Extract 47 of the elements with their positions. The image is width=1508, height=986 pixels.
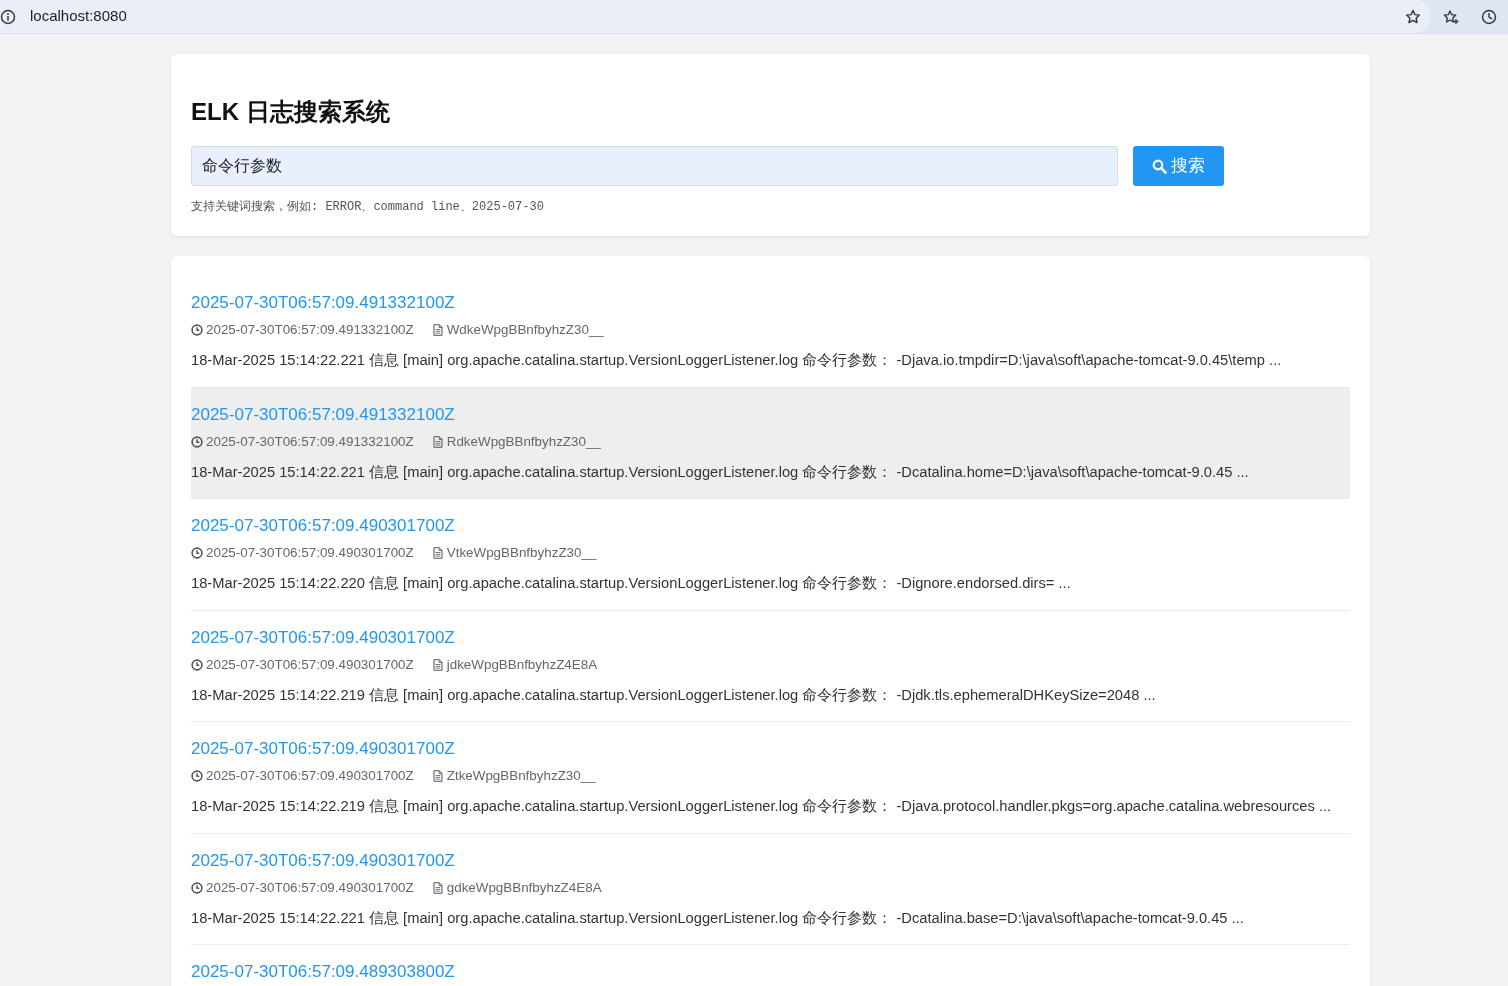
clock-icon bbox=[191, 435, 203, 448]
clock-icon bbox=[191, 770, 203, 782]
clock-icon[interactable] bbox=[1481, 8, 1497, 25]
result-timestamp: 2025-07-30T06:57:09.490301700Z bbox=[206, 878, 414, 897]
star-plus-icon[interactable] bbox=[1443, 8, 1459, 25]
result-title-link[interactable]: 2025-07-30T06:57:09.491332100Z bbox=[191, 402, 455, 427]
result-doc-id: RdkeWpgBBnfbyhzZ30__ bbox=[446, 432, 601, 451]
result-doc-id: WdkeWpgBBnfbyhzZ30__ bbox=[446, 321, 604, 339]
result-title-link[interactable]: 2025-07-30T06:57:09.490301700Z bbox=[191, 737, 455, 761]
document-icon bbox=[431, 324, 444, 336]
clock-icon bbox=[191, 658, 203, 671]
document-icon bbox=[431, 881, 444, 894]
search-field[interactable]: 命令行参数 bbox=[191, 146, 1118, 186]
star-icon[interactable] bbox=[1405, 8, 1421, 25]
clock-icon bbox=[191, 324, 203, 336]
result-timestamp: 2025-07-30T06:57:09.491332100Z bbox=[206, 321, 414, 339]
result-message: 18-Mar-2025 15:14:22.221 信息 [main] org.apache.catalina.startup.VersionLoggerListener.log 命令行参数： -Dcatalina.home=D:\java\soft\apache-tomcat-9.0.45 ... bbox=[191, 462, 1250, 482]
document-icon bbox=[431, 658, 444, 671]
result-doc-id: ZtkeWpgBBnfbyhzZ30__ bbox=[446, 767, 596, 785]
result-title-link[interactable]: 2025-07-30T06:57:09.490301700Z bbox=[191, 625, 455, 650]
result-message: 18-Mar-2025 15:14:22.221 信息 [main] org.apache.catalina.startup.VersionLoggerListener.log 命令行参数： -Djava.io.tmpdir=D:\java\soft\apache-tomcat-9.0.45\temp ... bbox=[191, 351, 1283, 370]
document-icon bbox=[431, 435, 444, 448]
result-message: 18-Mar-2025 15:14:22.221 信息 [main] org.apache.catalina.startup.VersionLoggerListener.log 命令行参数： -Dcatalina.base=D:\java\soft\apache-tomcat-9.0.45 ... bbox=[191, 908, 1245, 928]
app-title: ELK 日志搜索系统 bbox=[191, 97, 391, 127]
result-message: 18-Mar-2025 15:14:22.220 信息 [main] org.apache.catalina.startup.VersionLoggerListener.log 命令行参数： -Dignore.endorsed.dirs= ... bbox=[191, 574, 1072, 593]
info-icon[interactable] bbox=[0, 8, 16, 25]
document-icon bbox=[431, 547, 444, 559]
result-message: 18-Mar-2025 15:14:22.219 信息 [main] org.apache.catalina.startup.VersionLoggerListener.log 命令行参数： -Djava.protocol.handler.pkgs=org.apache.catalina.webresources ... bbox=[191, 797, 1333, 816]
result-message: 18-Mar-2025 15:14:22.219 信息 [main] org.apache.catalina.startup.VersionLoggerListener.log 命令行参数： -Djdk.tls.ephemeralDHKeySize=2048 ... bbox=[191, 685, 1157, 705]
result-timestamp: 2025-07-30T06:57:09.490301700Z bbox=[206, 655, 414, 674]
result-timestamp: 2025-07-30T06:57:09.490301700Z bbox=[206, 544, 414, 562]
document-icon bbox=[431, 770, 444, 782]
result-item[interactable] bbox=[191, 387, 1350, 499]
result-timestamp: 2025-07-30T06:57:09.490301700Z bbox=[206, 767, 414, 785]
search-icon bbox=[1152, 158, 1167, 174]
search-hint: 支持关键词搜索，例如: ERROR、command line、2025-07-30 bbox=[191, 199, 545, 216]
result-title-link[interactable]: 2025-07-30T06:57:09.490301700Z bbox=[191, 514, 455, 538]
result-doc-id: gdkeWpgBBnfbyhzZ4E8A bbox=[446, 878, 602, 897]
result-doc-id: VtkeWpgBBnfbyhzZ30__ bbox=[446, 544, 597, 562]
search-button[interactable]: 搜索 bbox=[1133, 146, 1224, 186]
result-title-link[interactable]: 2025-07-30T06:57:09.490301700Z bbox=[191, 848, 455, 873]
result-timestamp: 2025-07-30T06:57:09.491332100Z bbox=[206, 432, 414, 451]
clock-icon bbox=[191, 547, 203, 559]
result-title-link[interactable]: 2025-07-30T06:57:09.491332100Z bbox=[191, 291, 455, 315]
result-doc-id: jdkeWpgBBnfbyhzZ4E8A bbox=[446, 655, 598, 674]
result-title-link[interactable]: 2025-07-30T06:57:09.489303800Z bbox=[191, 960, 455, 984]
clock-icon bbox=[191, 881, 203, 894]
